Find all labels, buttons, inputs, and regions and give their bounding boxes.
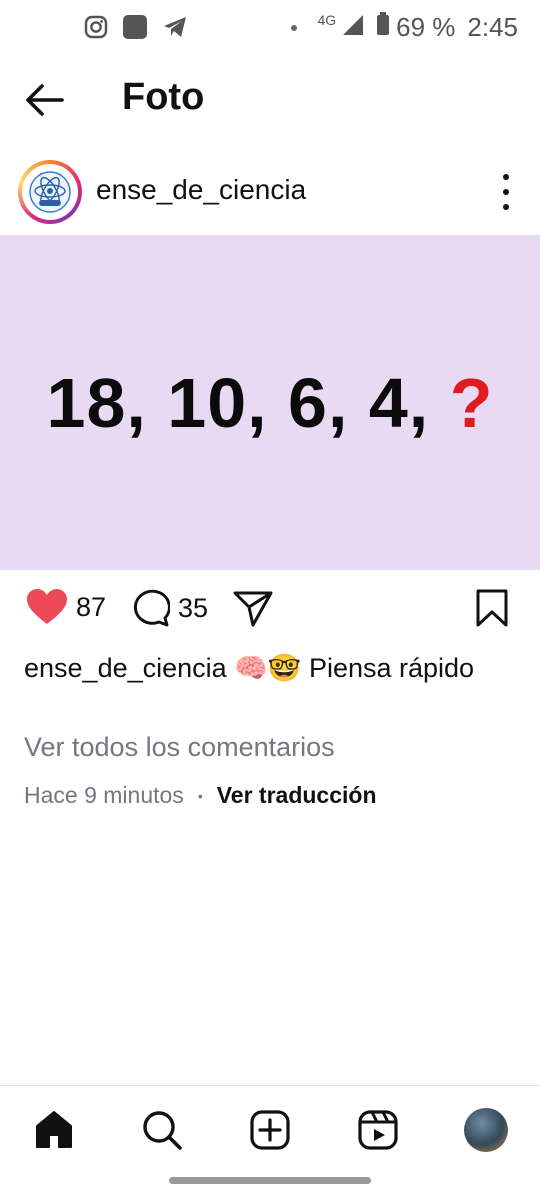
create-icon bbox=[250, 1110, 290, 1150]
bottom-navigation bbox=[0, 1085, 540, 1171]
back-button[interactable] bbox=[22, 80, 70, 124]
nav-reels[interactable] bbox=[354, 1106, 402, 1154]
post-image-content: 18, 10, 6, 4, ? bbox=[47, 363, 494, 443]
send-icon bbox=[233, 591, 273, 627]
heart-icon bbox=[27, 589, 67, 624]
app-square-icon bbox=[122, 14, 148, 40]
signal-icon bbox=[342, 12, 364, 43]
comment-icon bbox=[133, 589, 170, 627]
battery-icon bbox=[376, 12, 390, 43]
more-dot bbox=[503, 189, 509, 195]
battery-percent: 69 % bbox=[396, 12, 456, 42]
search-icon bbox=[143, 1111, 182, 1150]
post-time: Hace 9 minutos bbox=[24, 782, 184, 808]
bookmark-icon bbox=[476, 589, 508, 627]
more-dot bbox=[503, 174, 509, 180]
caption-emojis: 🧠🤓 bbox=[234, 653, 302, 683]
status-bar: 4G 69 % 2:45 bbox=[0, 0, 540, 56]
status-notification-icons bbox=[84, 14, 188, 40]
story-avatar[interactable] bbox=[18, 160, 82, 224]
view-all-comments-link[interactable]: Ver todos los comentarios bbox=[24, 732, 335, 763]
more-options-button[interactable] bbox=[496, 174, 516, 210]
network-type: 4G bbox=[317, 11, 337, 28]
nav-home[interactable] bbox=[30, 1106, 78, 1154]
status-system-icons: 4G 69 % 2:45 bbox=[291, 12, 518, 43]
post-image[interactable]: 18, 10, 6, 4, ? bbox=[0, 235, 540, 570]
like-count: 87 bbox=[76, 591, 107, 622]
post-username[interactable]: ense_de_ciencia bbox=[96, 174, 306, 206]
atom-logo-icon bbox=[29, 171, 71, 213]
post-actions: 87 35 bbox=[0, 588, 540, 636]
post-caption: ense_de_ciencia 🧠🤓 Piensa rápido bbox=[24, 648, 514, 688]
notification-dot bbox=[291, 24, 298, 31]
more-dot bbox=[503, 204, 509, 210]
comment-button[interactable]: 35 bbox=[130, 588, 208, 628]
share-button[interactable] bbox=[232, 588, 274, 628]
caption-username[interactable]: ense_de_ciencia bbox=[24, 653, 227, 683]
instagram-icon bbox=[84, 15, 108, 39]
post-header: ense_de_ciencia bbox=[0, 156, 540, 228]
top-bar: Foto bbox=[0, 62, 540, 138]
separator-dot: • bbox=[197, 787, 203, 804]
number-sequence: 18, 10, 6, 4, bbox=[46, 363, 430, 442]
nav-profile[interactable] bbox=[462, 1106, 510, 1154]
like-button[interactable]: 87 bbox=[26, 588, 106, 626]
page-title: Foto bbox=[122, 76, 205, 118]
clock: 2:45 bbox=[467, 12, 518, 42]
arrow-left-icon bbox=[26, 84, 64, 116]
post-meta: Hace 9 minutos • Ver traducción bbox=[24, 782, 377, 809]
save-button[interactable] bbox=[475, 588, 509, 628]
profile-avatar bbox=[464, 1108, 508, 1152]
question-mark: ? bbox=[449, 363, 494, 442]
home-indicator[interactable] bbox=[169, 1177, 371, 1184]
reels-icon bbox=[358, 1110, 398, 1150]
caption-text: Piensa rápido bbox=[308, 653, 475, 683]
nav-search[interactable] bbox=[138, 1106, 186, 1154]
avatar-logo bbox=[22, 164, 78, 220]
see-translation-link[interactable]: Ver traducción bbox=[217, 782, 377, 809]
telegram-icon bbox=[162, 15, 188, 39]
comment-count: 35 bbox=[178, 592, 209, 623]
home-icon bbox=[36, 1111, 72, 1148]
nav-create[interactable] bbox=[246, 1106, 294, 1154]
